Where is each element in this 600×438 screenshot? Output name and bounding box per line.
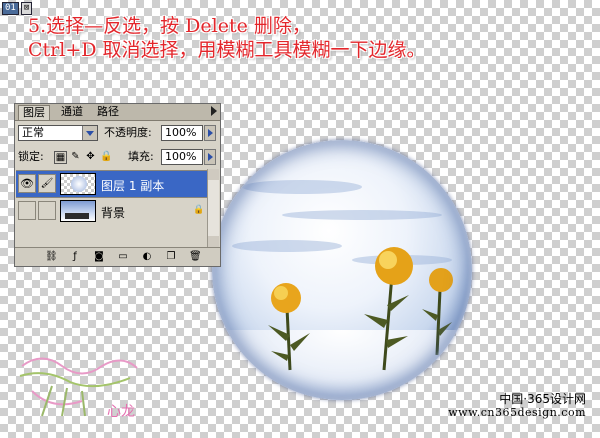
logo-text: 心龙: [107, 404, 135, 420]
site-name: 中国·365设计网: [499, 392, 586, 406]
link-layers-icon[interactable]: ⛓: [45, 251, 58, 263]
layer-thumbnail: [60, 173, 96, 195]
site-url: www.cn365design.com: [448, 406, 586, 419]
lock-transparency-icon[interactable]: ▦: [54, 151, 67, 164]
scroll-down-arrow-icon[interactable]: [208, 236, 219, 247]
lock-position-icon[interactable]: ✥: [85, 151, 96, 162]
lock-fill-row: 锁定: ▦ ✎ ✥ 🔒 填充: 100%: [18, 149, 217, 167]
chevron-down-icon[interactable]: [82, 126, 97, 140]
opacity-label: 不透明度:: [104, 126, 152, 139]
blend-mode-value: 正常: [22, 126, 44, 139]
fill-input[interactable]: 100%: [161, 149, 203, 165]
layer-row-background[interactable]: 背景 🔒: [16, 197, 208, 224]
lock-all-icon[interactable]: 🔒: [100, 151, 112, 162]
tutorial-instruction: 5.选择—反选，按 Delete 删除， Ctrl+D 取消选择，用模糊工具模糊…: [28, 14, 426, 62]
panel-bottom-toolbar: ⛓ ƒ ◙ ▭ ◐ ❐ 🗑: [15, 247, 220, 266]
layer-thumbnail: [60, 200, 96, 222]
tab-layers[interactable]: 图层: [18, 105, 50, 120]
site-watermark: 中国·365设计网 www.cn365design.com: [448, 392, 586, 420]
add-mask-icon[interactable]: ◙: [93, 251, 105, 263]
lock-pixels-icon[interactable]: ✎: [70, 151, 81, 162]
brush-icon[interactable]: 🖌: [38, 174, 56, 193]
layers-panel: 图层 通道 路径 正常 不透明度: 100% 锁定: ▦ ✎ ✥ 🔒 填充: 1…: [14, 103, 221, 267]
document-number: 01: [2, 2, 19, 15]
new-layer-icon[interactable]: ❐: [165, 251, 177, 263]
new-group-icon[interactable]: ▭: [117, 251, 129, 263]
panel-tab-bar: 图层 通道 路径: [15, 104, 220, 121]
glass-sphere-image: [212, 140, 472, 400]
blend-opacity-row: 正常 不透明度: 100%: [18, 125, 217, 143]
delete-layer-icon[interactable]: 🗑: [189, 251, 202, 263]
scroll-up-arrow-icon[interactable]: [208, 169, 219, 180]
tab-paths[interactable]: 路径: [93, 105, 123, 119]
layers-scrollbar[interactable]: [207, 169, 219, 247]
opacity-input[interactable]: 100%: [161, 125, 203, 141]
blend-mode-select[interactable]: 正常: [18, 125, 98, 141]
tab-channels[interactable]: 通道: [57, 105, 87, 119]
eye-icon[interactable]: 👁: [18, 174, 36, 193]
watermark-logo: 心龙: [19, 357, 138, 420]
fill-label: 填充:: [128, 150, 154, 163]
layer-name[interactable]: 图层 1 副本: [101, 177, 164, 194]
panel-menu-icon[interactable]: [211, 106, 217, 116]
layer-style-icon[interactable]: ƒ: [69, 251, 81, 263]
lock-label: 锁定:: [18, 150, 44, 163]
lock-icon: 🔒: [193, 205, 205, 215]
adjustment-layer-icon[interactable]: ◐: [141, 251, 153, 263]
layer-name[interactable]: 背景: [101, 204, 125, 221]
link-toggle[interactable]: [38, 201, 56, 220]
layer-row-copy[interactable]: 👁 🖌 图层 1 副本: [16, 170, 208, 197]
instruction-line-1: 5.选择—反选，按 Delete 删除，: [28, 15, 311, 37]
visibility-toggle[interactable]: [18, 201, 36, 220]
instruction-line-2: Ctrl+D 取消选择，用模糊工具模糊一下边缘。: [28, 39, 426, 61]
fill-slider-button[interactable]: [204, 149, 216, 165]
opacity-slider-button[interactable]: [204, 125, 216, 141]
